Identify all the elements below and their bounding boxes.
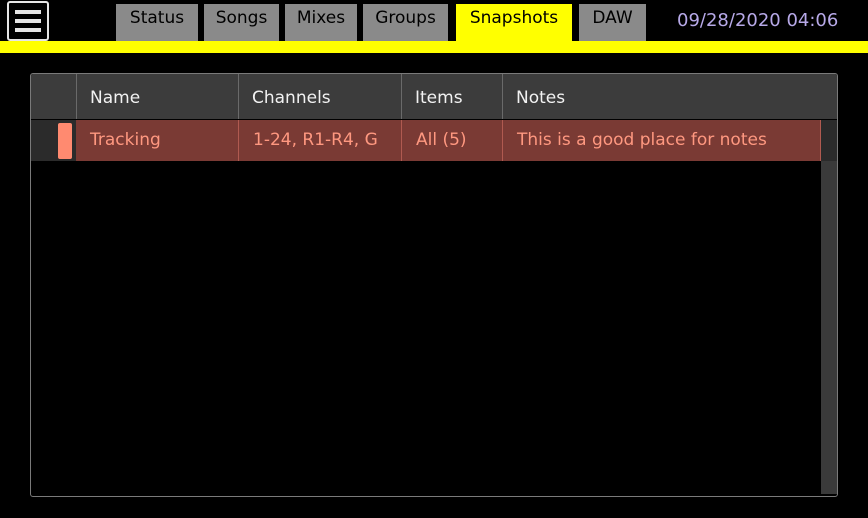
tab-mixes[interactable]: Mixes (285, 4, 357, 41)
menu-line (15, 19, 41, 23)
cell-channels[interactable]: 1-24, R1-R4, G (239, 120, 402, 161)
tab-status[interactable]: Status (116, 4, 198, 41)
tab-groups[interactable]: Groups (363, 4, 448, 41)
tab-snapshots[interactable]: Snapshots (456, 4, 572, 41)
cell-name[interactable]: Tracking (76, 120, 239, 161)
table-header: Name Channels Items Notes (31, 74, 837, 119)
column-header-channels[interactable]: Channels (239, 74, 402, 119)
menu-line (15, 28, 41, 32)
cell-notes[interactable]: This is a good place for notes (503, 120, 821, 161)
menu-line (15, 10, 41, 14)
row-selector[interactable] (31, 120, 76, 161)
tab-daw[interactable]: DAW (579, 4, 646, 41)
scrollbar-top (821, 120, 837, 161)
cell-items[interactable]: All (5) (402, 120, 503, 161)
header-stub (31, 74, 77, 119)
active-tab-underline (0, 41, 868, 53)
tab-songs[interactable]: Songs (204, 4, 279, 41)
snapshots-table: Name Channels Items Notes Tracking 1-24,… (30, 73, 838, 497)
top-bar: Status Songs Mixes Groups Snapshots DAW … (0, 0, 868, 44)
datetime-display: 09/28/2020 04:06 (677, 10, 839, 31)
column-header-name[interactable]: Name (77, 74, 239, 119)
vertical-scrollbar[interactable] (821, 161, 837, 494)
column-header-items[interactable]: Items (402, 74, 503, 119)
column-header-notes[interactable]: Notes (503, 74, 837, 119)
selected-row-marker (58, 123, 72, 159)
table-row[interactable]: Tracking 1-24, R1-R4, G All (5) This is … (31, 120, 837, 161)
hamburger-menu-icon[interactable] (7, 1, 49, 41)
